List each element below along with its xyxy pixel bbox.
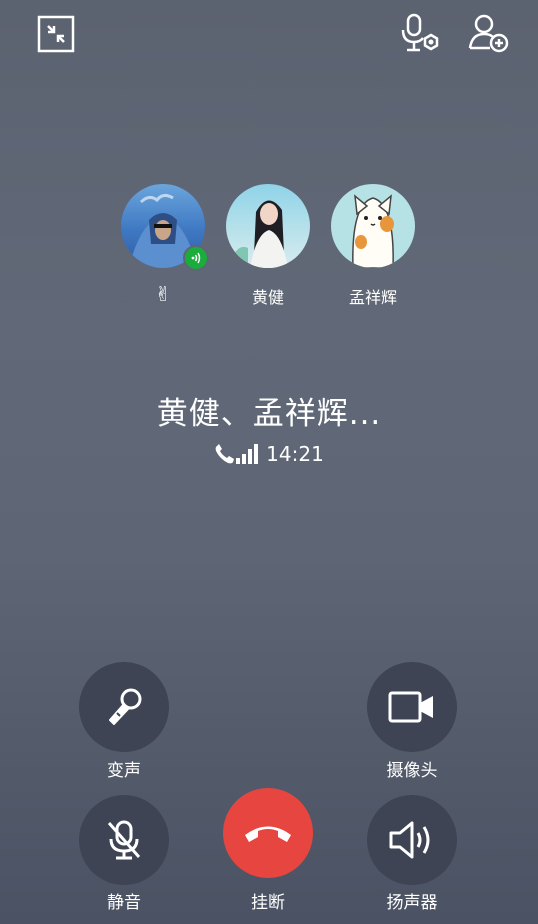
speaker-label: 扬声器 [386, 893, 438, 913]
avatar-photo [352, 194, 394, 268]
participant-name-1: ✌ [154, 282, 172, 306]
phone-signal-icon [215, 444, 259, 464]
camera-label: 摄像头 [386, 761, 438, 781]
voice-settings-button[interactable] [398, 12, 442, 56]
mic-settings-icon [401, 13, 439, 52]
minimize-button[interactable] [34, 12, 78, 56]
speaker-icon [389, 821, 430, 859]
hang-up-button[interactable] [223, 788, 313, 878]
voice-change-icon [109, 688, 142, 725]
participant-avatar-2[interactable] [226, 184, 310, 268]
sound-wave-icon [191, 252, 201, 264]
hang-up-label: 挂断 [251, 893, 285, 913]
add-member-icon [468, 14, 509, 53]
mute-button[interactable] [79, 795, 169, 885]
mute-label: 静音 [107, 893, 141, 913]
speaker-button[interactable] [367, 795, 457, 885]
participant-name-3: 孟祥辉 [348, 288, 397, 307]
participant-name-2: 黄健 [251, 288, 284, 307]
hang-up-icon [245, 826, 291, 842]
voice-change-button[interactable] [79, 662, 169, 752]
speaking-badge [183, 245, 209, 271]
minimize-icon [37, 15, 75, 53]
voice-change-label: 变声 [107, 761, 141, 781]
avatar-photo [234, 200, 288, 268]
camera-button[interactable] [367, 662, 457, 752]
call-title: 黄健、孟祥辉... [156, 396, 382, 432]
participant-avatar-3[interactable] [331, 184, 415, 268]
add-member-button[interactable] [466, 12, 510, 56]
call-duration: 14:21 [266, 442, 324, 466]
camera-icon [388, 691, 433, 723]
call-status: 14:21 [0, 442, 538, 466]
mic-off-icon [107, 820, 141, 860]
